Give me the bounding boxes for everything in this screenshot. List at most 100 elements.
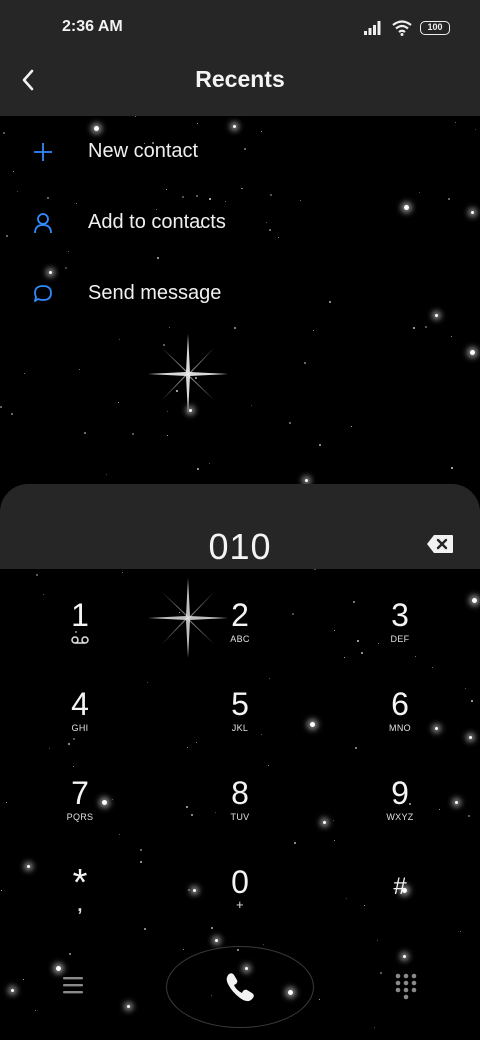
star — [0, 406, 2, 408]
status-time: 2:36 AM — [62, 18, 123, 35]
star — [36, 574, 38, 576]
star — [468, 735, 472, 739]
key-9[interactable]: 9 WXYZ — [340, 776, 460, 856]
header-bar: 2:36 AM 100 Recents — [0, 0, 480, 116]
key-digit: 5 — [231, 686, 249, 722]
key-digit: # — [393, 873, 407, 900]
star — [132, 433, 134, 435]
key-letters: WXYZ — [386, 812, 414, 822]
star — [468, 815, 470, 817]
star — [1, 890, 2, 891]
key-digit: 9 — [391, 775, 409, 811]
menu-button[interactable] — [60, 974, 86, 996]
send-message-label: Send message — [88, 282, 222, 304]
key-digit: 6 — [391, 686, 409, 722]
dialpad-icon — [395, 973, 417, 1000]
star — [251, 405, 252, 406]
star — [119, 339, 120, 340]
star — [289, 422, 291, 424]
star — [79, 369, 80, 370]
star — [118, 402, 119, 403]
star — [11, 413, 13, 415]
phone-icon — [226, 973, 254, 1002]
dial-display: 010 — [0, 484, 480, 569]
new-contact-action[interactable]: New contact — [0, 116, 480, 187]
key-7[interactable]: 7 PQRS — [20, 776, 140, 856]
action-list: New contact Add to contacts Send message — [0, 116, 480, 329]
key-digit: 7 — [71, 775, 89, 811]
sparkle-icon — [148, 578, 228, 658]
star — [333, 820, 334, 821]
star — [144, 928, 146, 930]
backspace-icon — [427, 535, 453, 553]
key-3[interactable]: 3 DEF — [340, 598, 460, 678]
key-0[interactable]: 0 + — [180, 865, 300, 945]
key-4[interactable]: 4 GHI — [20, 687, 140, 767]
add-to-contacts-action[interactable]: Add to contacts — [0, 187, 480, 258]
key-digit: 4 — [71, 686, 89, 722]
star — [334, 630, 335, 631]
add-to-contacts-label: Add to contacts — [88, 211, 226, 233]
key-6[interactable]: 6 MNO — [340, 687, 460, 767]
star — [6, 802, 7, 803]
star — [313, 330, 314, 331]
key-letters: DEF — [390, 634, 410, 644]
star — [140, 849, 142, 851]
star — [84, 432, 86, 434]
new-contact-label: New contact — [88, 140, 199, 162]
star — [451, 467, 453, 469]
battery-indicator: 100 — [420, 21, 450, 35]
message-bubble-icon — [30, 281, 56, 307]
call-button[interactable] — [166, 946, 314, 1028]
key-1[interactable]: 1 — [20, 598, 140, 678]
send-message-action[interactable]: Send message — [0, 258, 480, 329]
star — [334, 840, 335, 841]
status-icons: 100 — [364, 18, 450, 38]
star — [471, 597, 477, 603]
plus-icon — [30, 139, 56, 165]
star — [304, 478, 308, 482]
key-hash[interactable]: # — [340, 865, 460, 945]
key-letters: TUV — [230, 812, 250, 822]
star — [43, 594, 44, 595]
star — [465, 688, 466, 689]
bottom-bar — [0, 940, 480, 1040]
star — [460, 931, 461, 932]
star — [147, 682, 148, 683]
wifi-icon — [392, 20, 412, 36]
star — [106, 474, 107, 475]
star — [351, 426, 352, 427]
key-star[interactable]: * , — [20, 864, 140, 945]
key-5[interactable]: 5 JKL — [180, 687, 300, 767]
star — [122, 572, 123, 573]
signal-icon — [364, 21, 381, 35]
key-letters: PQRS — [66, 812, 94, 822]
key-8[interactable]: 8 TUV — [180, 776, 300, 856]
star — [469, 349, 475, 355]
star — [319, 444, 321, 446]
star — [167, 435, 168, 436]
key-digit: 3 — [391, 597, 409, 633]
hamburger-menu-icon — [63, 977, 83, 994]
key-letters: JKL — [231, 723, 249, 733]
star — [451, 336, 452, 337]
key-digit: 0 — [231, 864, 249, 900]
star — [269, 678, 270, 679]
voicemail-icon — [71, 636, 89, 644]
key-letters: + — [236, 897, 244, 912]
star — [209, 463, 210, 464]
star — [471, 700, 473, 702]
key-digit: 8 — [231, 775, 249, 811]
key-letters: MNO — [389, 723, 411, 733]
person-icon — [30, 210, 56, 236]
star — [24, 373, 25, 374]
star — [322, 820, 326, 824]
star — [304, 362, 306, 364]
keypad-toggle-button[interactable] — [394, 972, 418, 1002]
sparkle-icon — [148, 334, 228, 414]
key-letters: , — [77, 895, 83, 915]
key-digit: 1 — [71, 597, 89, 633]
dialed-number[interactable]: 010 — [0, 526, 480, 568]
star — [140, 861, 142, 863]
backspace-button[interactable] — [426, 534, 454, 556]
